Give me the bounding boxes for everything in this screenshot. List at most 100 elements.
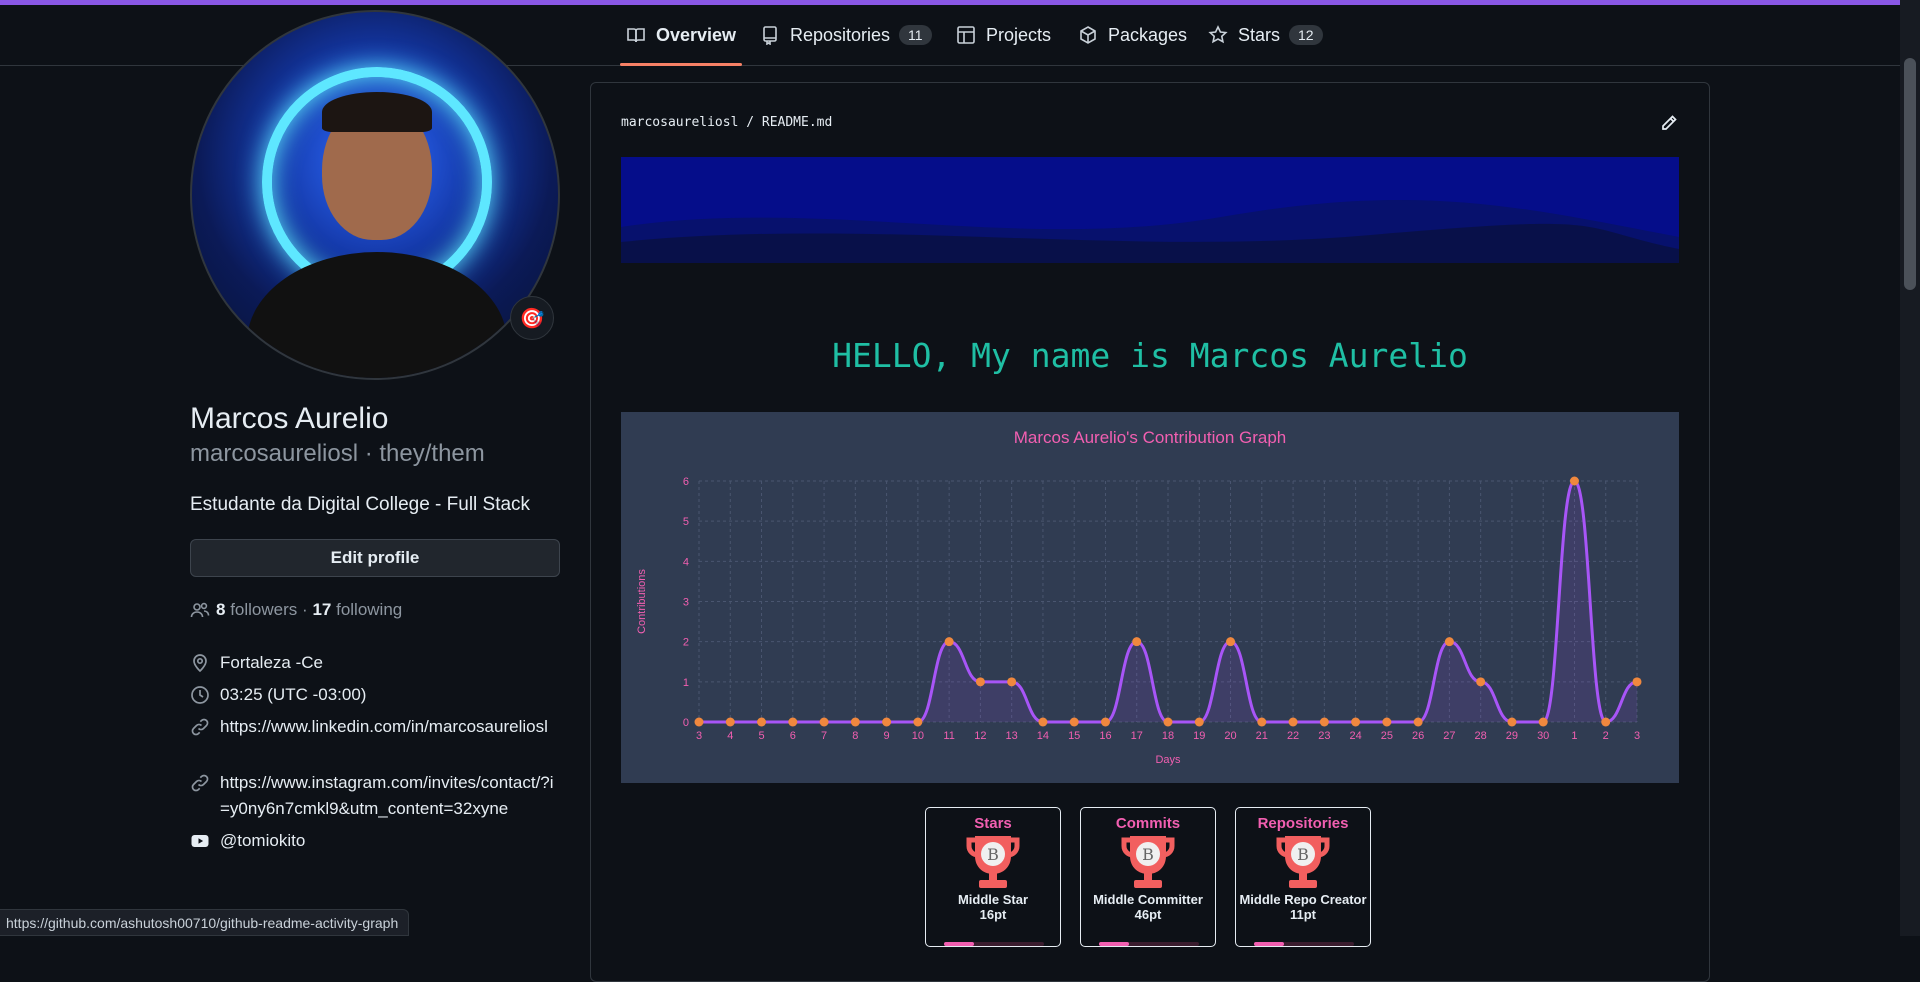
instagram-item: https://www.instagram.com/invites/contac…	[190, 770, 560, 822]
stars-count-badge: 12	[1289, 25, 1323, 45]
trophy-points: 16pt	[979, 907, 1007, 922]
tab-overview-label: Overview	[656, 24, 737, 45]
x-tick-label: 27	[1443, 730, 1455, 742]
linkedin-item: https://www.linkedin.com/in/marcosaureli…	[190, 714, 560, 740]
x-tick-label: 7	[821, 730, 827, 742]
x-tick-label: 20	[1224, 730, 1236, 742]
trophy-letter: B	[1142, 845, 1154, 864]
clock-icon	[191, 686, 209, 704]
y-tick-label: 3	[683, 597, 689, 609]
data-point	[1351, 717, 1361, 727]
tab-overview[interactable]: Overview	[619, 5, 743, 66]
data-point	[694, 717, 704, 727]
chart-x-axis-label: Days	[1155, 754, 1181, 766]
trophy-cup-icon: B	[1271, 834, 1335, 892]
tab-repositories[interactable]: Repositories 11	[760, 5, 932, 65]
linkedin-link[interactable]: https://www.linkedin.com/in/marcosaureli…	[220, 714, 548, 740]
x-tick-label: 11	[943, 730, 954, 742]
avatar[interactable]	[190, 10, 560, 380]
data-point	[788, 717, 798, 727]
avatar-body	[247, 252, 507, 378]
tab-stars[interactable]: Stars 12	[1208, 5, 1323, 65]
data-point	[1257, 717, 1267, 727]
x-tick-label: 16	[1099, 730, 1111, 742]
people-icon	[190, 602, 210, 618]
follow-separator: ·	[302, 600, 308, 619]
profile-name: Marcos Aurelio	[190, 402, 389, 435]
scrollbar-thumb[interactable]	[1904, 58, 1916, 290]
trophy-repositories[interactable]: Repositories B Middle Repo Creator 11pt	[1235, 807, 1371, 947]
page-scrollbar[interactable]	[1900, 0, 1920, 936]
tab-stars-label: Stars	[1238, 24, 1281, 45]
x-tick-label: 23	[1318, 730, 1330, 742]
edit-readme-button[interactable]	[1659, 113, 1679, 133]
edit-profile-button[interactable]: Edit profile	[190, 539, 560, 577]
chart-title: Marcos Aurelio's Contribution Graph	[1014, 428, 1287, 447]
x-tick-label: 24	[1349, 730, 1361, 742]
x-tick-label: 19	[1193, 730, 1205, 742]
readme-path[interactable]: marcosaureliosl / README.md	[621, 115, 832, 130]
following-link[interactable]: 17 following	[312, 600, 402, 620]
x-tick-label: 15	[1068, 730, 1080, 742]
x-tick-label: 29	[1506, 730, 1518, 742]
data-point	[1132, 637, 1142, 647]
youtube-item: @tomiokito	[190, 828, 560, 854]
profile-login: marcosaureliosl · they/them	[190, 440, 485, 467]
trophy-stars[interactable]: Stars B Middle Star 16pt	[925, 807, 1061, 947]
data-point	[975, 677, 985, 687]
x-tick-label: 22	[1287, 730, 1299, 742]
header-wave-banner	[621, 157, 1679, 263]
instagram-link[interactable]: https://www.instagram.com/invites/contac…	[220, 770, 560, 822]
data-point	[1038, 717, 1048, 727]
tab-repositories-label: Repositories	[790, 24, 891, 45]
local-time-item: 03:25 (UTC -03:00)	[190, 682, 560, 708]
contribution-graph: Marcos Aurelio's Contribution Graph Cont…	[621, 412, 1679, 783]
data-point	[1476, 677, 1486, 687]
package-icon	[1080, 26, 1096, 44]
trophy-progress	[1254, 942, 1354, 946]
x-tick-label: 4	[727, 730, 733, 742]
data-point	[1569, 476, 1579, 486]
readme-card: marcosaureliosl / README.md HELLO, My na…	[590, 82, 1710, 982]
y-tick-label: 6	[683, 476, 689, 488]
link-preview-status-bar: https://github.com/ashutosh00710/github-…	[0, 909, 410, 936]
data-point	[1069, 717, 1079, 727]
y-tick-label: 0	[683, 717, 689, 729]
following-count: 17	[312, 600, 332, 619]
followers-label: followers	[230, 600, 298, 619]
readme-heading: HELLO, My name is Marcos Aurelio	[832, 336, 1468, 375]
status-emoji-button[interactable]: 🎯	[510, 296, 554, 340]
trophy-cup-icon: B	[961, 834, 1025, 892]
trophy-rank: Middle Star	[957, 892, 1029, 907]
data-point	[1288, 717, 1298, 727]
trophy-points: 11pt	[1289, 907, 1316, 922]
trophy-progress	[944, 942, 1044, 946]
x-tick-label: 10	[912, 730, 924, 742]
y-tick-label: 5	[683, 516, 689, 528]
x-tick-label: 21	[1256, 730, 1268, 742]
followers-link[interactable]: 8 followers	[216, 600, 297, 620]
x-tick-label: 6	[790, 730, 796, 742]
trophy-cup-icon: B	[1116, 834, 1180, 892]
x-tick-label: 13	[1006, 730, 1018, 742]
trophy-title: Stars	[974, 815, 1012, 832]
data-point	[850, 717, 860, 727]
data-point	[1413, 717, 1423, 727]
x-tick-label: 14	[1037, 730, 1049, 742]
youtube-icon	[191, 835, 209, 847]
data-point	[1226, 637, 1236, 647]
location-text: Fortaleza -Ce	[220, 653, 323, 672]
tab-projects[interactable]: Projects	[956, 5, 1051, 65]
contribution-graph-svg: Marcos Aurelio's Contribution Graph Cont…	[636, 428, 1642, 766]
repo-icon	[763, 26, 777, 45]
youtube-handle[interactable]: @tomiokito	[220, 828, 305, 854]
following-label: following	[336, 600, 403, 619]
trophy-commits[interactable]: Commits B Middle Committer 46pt	[1080, 807, 1216, 947]
tab-packages[interactable]: Packages	[1078, 5, 1187, 65]
x-tick-label: 17	[1131, 730, 1143, 742]
data-point	[1444, 637, 1454, 647]
tab-projects-label: Projects	[986, 24, 1052, 45]
star-icon	[1208, 25, 1228, 44]
x-tick-label: 5	[758, 730, 764, 742]
trophy-points: 46pt	[1134, 907, 1162, 922]
